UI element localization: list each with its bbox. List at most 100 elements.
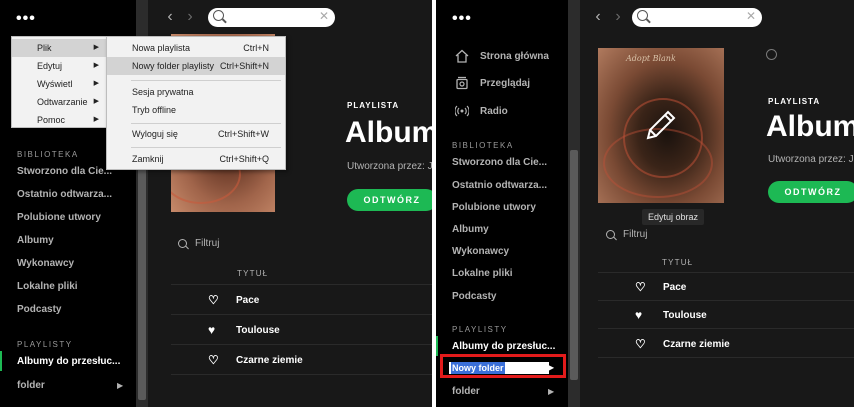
edit-pencil-icon[interactable] — [640, 106, 680, 146]
track-row[interactable]: ♡ Pace — [208, 293, 259, 307]
sidebar-item-liked-songs[interactable]: Polubione utwory — [17, 212, 129, 223]
sidebar-item-recently-played[interactable]: Ostatnio odtwarza... — [17, 189, 129, 200]
sidebar: ••• Strona główna Przeglądaj Radio BIBLI… — [436, 0, 568, 407]
filter-search-icon — [178, 239, 187, 248]
scroll-thumb[interactable] — [138, 150, 146, 400]
sidebar-playlist-albumy[interactable]: Albumy do przesłuc... — [17, 356, 132, 367]
filter-search-icon — [606, 230, 615, 239]
nav-browse[interactable]: Przeglądaj — [454, 75, 530, 91]
track-row[interactable]: ♡ Pace — [635, 280, 686, 294]
playlists-heading: PLAYLISTY — [452, 325, 508, 334]
track-title: Toulouse — [236, 324, 280, 336]
sidebar-item-artists[interactable]: Wykonawcy — [17, 258, 129, 269]
nav-radio[interactable]: Radio — [454, 103, 508, 119]
submenu-arrow-icon: ▶ — [93, 98, 99, 105]
forward-icon[interactable]: › — [608, 8, 628, 26]
home-icon — [454, 48, 470, 64]
playlist-title: Album — [766, 110, 854, 143]
search-input[interactable]: ✕ — [208, 8, 335, 27]
playlist-type: PLAYLISTA — [768, 97, 821, 106]
playlists-heading: PLAYLISTY — [17, 340, 73, 349]
menu-item-help[interactable]: Pomoc ▶ — [12, 111, 107, 129]
track-row[interactable]: ♥ Toulouse — [208, 323, 280, 337]
submenu-arrow-icon: ▶ — [93, 62, 99, 69]
sidebar-item-artists[interactable]: Wykonawcy — [452, 246, 564, 257]
sidebar-item-podcasts[interactable]: Podcasty — [452, 291, 564, 302]
play-button[interactable]: ODTWÓRZ — [768, 181, 854, 203]
sidebar-item-albums[interactable]: Albumy — [452, 224, 564, 235]
search-input[interactable]: ✕ — [632, 8, 762, 27]
track-title: Czarne ziemie — [236, 354, 303, 366]
history-nav: ‹ › — [160, 8, 200, 26]
playlist-type: PLAYLISTA — [347, 101, 400, 110]
track-row[interactable]: ♡ Czarne ziemie — [208, 353, 303, 367]
heart-outline-icon[interactable]: ♡ — [208, 353, 236, 367]
clear-icon[interactable]: ✕ — [319, 9, 329, 23]
highlight-frame — [440, 354, 566, 378]
app-menu: Plik ▶ Edytuj ▶ Wyświetl ▶ Odtwarzanie ▶ Pom… — [11, 36, 108, 128]
submenu-arrow-icon: ▶ — [93, 44, 99, 51]
sidebar-folder[interactable]: folder — [452, 386, 542, 397]
sidebar-item-recently-played[interactable]: Ostatnio odtwarza... — [452, 180, 564, 191]
playlist-owner: Utworzona przez: J — [347, 161, 432, 172]
sidebar-item-albums[interactable]: Albumy — [17, 235, 129, 246]
cover-signature: Adopt Blank — [626, 54, 676, 63]
left-screenshot: ••• BIBLIOTEKA Stworzono dla Cie... Osta… — [0, 0, 432, 407]
menu-item-offline-mode[interactable]: Tryb offline — [107, 101, 285, 119]
sidebar-playlist-albumy[interactable]: Albumy do przesłuc... — [452, 341, 564, 352]
main-content: ‹ › ✕ Adopt Blank Edytuj obraz PLAYLISTA … — [580, 0, 854, 407]
sidebar-item-made-for-you[interactable]: Stworzono dla Cie... — [452, 157, 564, 168]
track-title: Czarne ziemie — [663, 338, 730, 350]
menu-item-new-playlist-folder[interactable]: Nowy folder playlisty Ctrl+Shift+N — [107, 57, 285, 75]
menu-item-private-session[interactable]: Sesja prywatna — [107, 83, 285, 101]
heart-filled-icon[interactable]: ♥ — [208, 323, 236, 337]
menu-dots-icon[interactable]: ••• — [16, 10, 36, 28]
menu-item-view[interactable]: Wyświetl ▶ — [12, 75, 107, 93]
track-title: Pace — [663, 281, 687, 293]
submenu-arrow-icon: ▶ — [93, 116, 99, 123]
scroll-thumb[interactable] — [570, 150, 578, 380]
menu-item-playback[interactable]: Odtwarzanie ▶ — [12, 93, 107, 111]
menu-item-logout[interactable]: Wyloguj się Ctrl+Shift+W — [107, 125, 285, 143]
playlist-cover[interactable]: Adopt Blank — [598, 48, 724, 203]
submenu-arrow-icon: ▶ — [93, 80, 99, 87]
file-submenu: Nowa playlista Ctrl+N Nowy folder playlis… — [106, 36, 286, 170]
menu-dots-icon[interactable]: ••• — [452, 10, 472, 28]
circle-icon[interactable] — [766, 49, 777, 60]
active-indicator — [436, 336, 438, 356]
play-button[interactable]: ODTWÓRZ — [347, 189, 432, 211]
back-icon[interactable]: ‹ — [588, 8, 608, 26]
library-heading: BIBLIOTEKA — [17, 150, 79, 159]
menu-item-file[interactable]: Plik ▶ — [12, 39, 107, 57]
filter-input[interactable]: Filtruj — [178, 238, 219, 249]
sidebar-item-local-files[interactable]: Lokalne pliki — [452, 268, 564, 279]
heart-outline-icon[interactable]: ♡ — [208, 293, 236, 307]
filter-input[interactable]: Filtruj — [606, 229, 647, 240]
folder-expand-icon[interactable]: ▶ — [117, 381, 123, 390]
sidebar-folder[interactable]: folder — [17, 380, 107, 391]
back-icon[interactable]: ‹ — [160, 8, 180, 26]
heart-outline-icon[interactable]: ♡ — [635, 337, 663, 351]
sidebar-item-liked-songs[interactable]: Polubione utwory — [452, 202, 564, 213]
track-row[interactable]: ♥ Toulouse — [635, 308, 707, 322]
column-title[interactable]: TYTUŁ — [662, 258, 693, 267]
menu-item-new-playlist[interactable]: Nowa playlista Ctrl+N — [107, 39, 285, 57]
track-row[interactable]: ♡ Czarne ziemie — [635, 337, 730, 351]
menu-item-edit[interactable]: Edytuj ▶ — [12, 57, 107, 75]
heart-filled-icon[interactable]: ♥ — [635, 308, 663, 322]
sidebar-item-podcasts[interactable]: Podcasty — [17, 304, 129, 315]
column-title[interactable]: TYTUŁ — [237, 269, 268, 278]
browse-icon — [454, 75, 470, 91]
right-screenshot: ••• Strona główna Przeglądaj Radio BIBLI… — [436, 0, 854, 407]
nav-home[interactable]: Strona główna — [454, 48, 549, 64]
search-icon — [637, 10, 648, 21]
folder-expand-icon[interactable]: ▶ — [548, 387, 554, 396]
filter-placeholder: Filtruj — [195, 238, 220, 249]
sidebar-item-local-files[interactable]: Lokalne pliki — [17, 281, 129, 292]
heart-outline-icon[interactable]: ♡ — [635, 280, 663, 294]
sidebar-scrollbar[interactable] — [568, 0, 580, 407]
clear-icon[interactable]: ✕ — [746, 9, 756, 23]
forward-icon[interactable]: › — [180, 8, 200, 26]
radio-icon — [454, 103, 470, 119]
menu-item-quit[interactable]: Zamknij Ctrl+Shift+Q — [107, 150, 285, 168]
